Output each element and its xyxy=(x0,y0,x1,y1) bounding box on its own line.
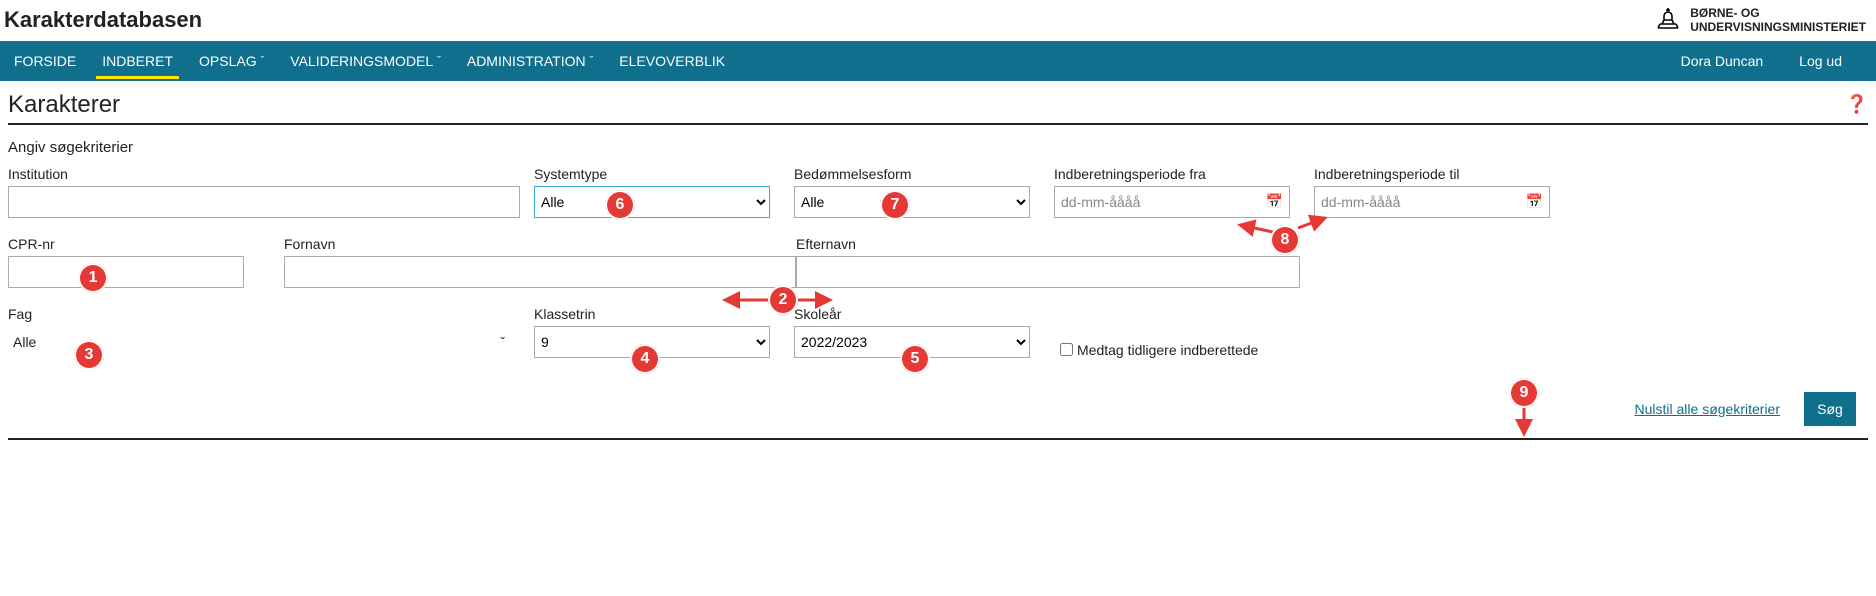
chevron-down-icon: ˇ xyxy=(261,55,265,67)
navbar: FORSIDE INDBERET OPSLAGˇ VALIDERINGSMODE… xyxy=(0,41,1876,81)
chevron-down-icon: ˇ xyxy=(437,55,441,67)
bedform-label: Bedømmelsesform xyxy=(794,166,1030,182)
chevron-down-icon: ˇ xyxy=(590,55,594,67)
periode-fra-label: Indberetningsperiode fra xyxy=(1054,166,1290,182)
nav-username[interactable]: Dora Duncan xyxy=(1675,43,1770,79)
periode-fra-input[interactable]: dd-mm-åååå 📅 xyxy=(1054,186,1290,218)
help-icon[interactable]: ❓ xyxy=(1846,94,1868,115)
systemtype-label: Systemtype xyxy=(534,166,770,182)
skoleaar-select[interactable]: 2022/2023 xyxy=(794,326,1030,358)
reset-link[interactable]: Nulstil alle søgekriterier xyxy=(1635,401,1780,417)
institution-input[interactable] xyxy=(8,186,520,218)
ministry-line2: UNDERVISNINGSMINISTERIET xyxy=(1690,20,1866,34)
systemtype-select[interactable]: Alle xyxy=(534,186,770,218)
bedform-select[interactable]: Alle xyxy=(794,186,1030,218)
nav-valideringsmodel[interactable]: VALIDERINGSMODELˇ xyxy=(284,43,447,79)
chevron-down-icon: ˇ xyxy=(500,334,505,350)
efternavn-input[interactable] xyxy=(796,256,1300,288)
nav-administration[interactable]: ADMINISTRATIONˇ xyxy=(461,43,599,79)
medtag-label: Medtag tidligere indberettede xyxy=(1077,342,1258,358)
section-heading: Angiv søgekriterier xyxy=(8,139,1868,156)
cpr-label: CPR-nr xyxy=(8,236,244,252)
fag-label: Fag xyxy=(8,306,512,322)
medtag-checkbox[interactable] xyxy=(1060,343,1073,356)
periode-til-label: Indberetningsperiode til xyxy=(1314,166,1550,182)
klassetrin-label: Klassetrin xyxy=(534,306,770,322)
fornavn-input[interactable] xyxy=(284,256,796,288)
institution-label: Institution xyxy=(8,166,520,182)
nav-logout[interactable]: Log ud xyxy=(1793,43,1848,79)
ministry-logo: BØRNE- OG UNDERVISNINGSMINISTERIET xyxy=(1654,6,1866,35)
efternavn-label: Efternavn xyxy=(796,236,1300,252)
periode-fra-placeholder: dd-mm-åååå xyxy=(1061,194,1140,210)
ministry-line1: BØRNE- OG xyxy=(1690,6,1866,20)
periode-til-input[interactable]: dd-mm-åååå 📅 xyxy=(1314,186,1550,218)
skoleaar-label: Skoleår xyxy=(794,306,1030,322)
page-title: Karakterer xyxy=(8,91,120,119)
klassetrin-select[interactable]: 9 xyxy=(534,326,770,358)
crown-icon xyxy=(1654,6,1682,34)
nav-forside[interactable]: FORSIDE xyxy=(8,43,82,79)
periode-til-placeholder: dd-mm-åååå xyxy=(1321,194,1400,210)
search-button[interactable]: Søg xyxy=(1804,392,1856,426)
nav-indberet[interactable]: INDBERET xyxy=(96,43,179,79)
app-title: Karakterdatabasen xyxy=(4,7,202,33)
fornavn-label: Fornavn xyxy=(284,236,796,252)
cpr-input[interactable] xyxy=(8,256,244,288)
fag-value: Alle xyxy=(13,334,36,350)
nav-opslag[interactable]: OPSLAGˇ xyxy=(193,43,270,79)
calendar-icon[interactable]: 📅 xyxy=(1266,193,1283,210)
divider xyxy=(8,438,1868,440)
nav-elevoverblik[interactable]: ELEVOVERBLIK xyxy=(613,43,731,79)
fag-select[interactable]: Alle ˇ xyxy=(8,326,512,358)
calendar-icon[interactable]: 📅 xyxy=(1526,193,1543,210)
